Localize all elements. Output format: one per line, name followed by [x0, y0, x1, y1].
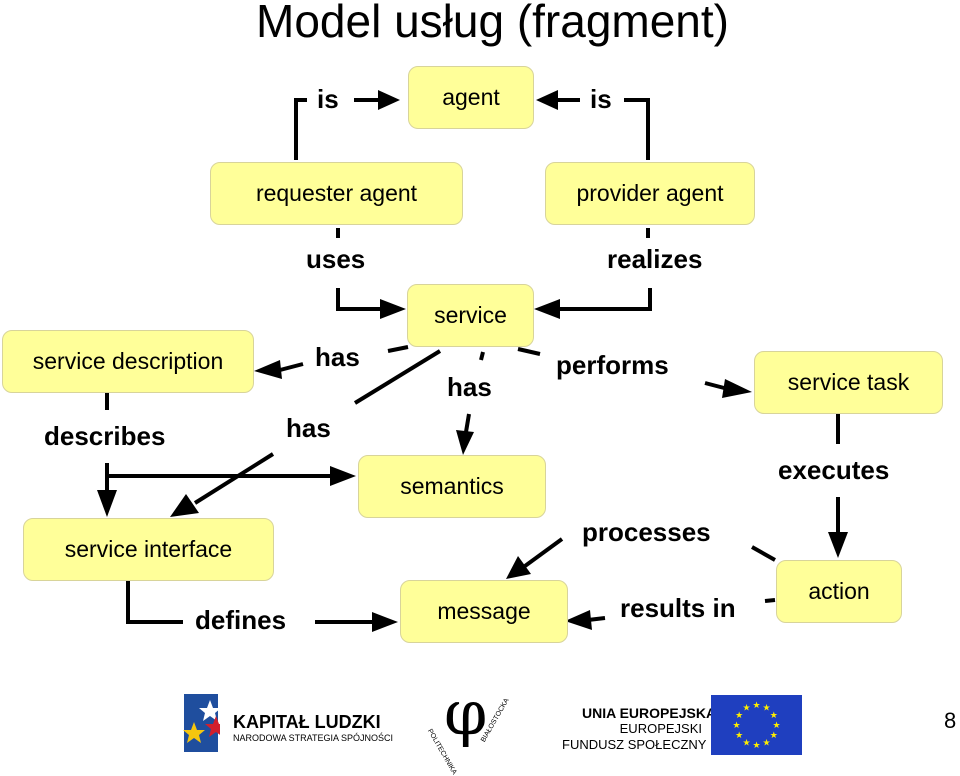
edge-realizes-service: [560, 288, 652, 311]
arrowhead: [722, 379, 752, 398]
label-executes: executes: [778, 455, 890, 485]
edge-iface-defines: [126, 581, 183, 624]
edge-service-has-sem: [479, 351, 485, 361]
page-number: 8: [944, 708, 957, 733]
label-uses: uses: [306, 244, 366, 274]
node-provider-agent[interactable]: provider agent: [545, 162, 755, 225]
eu-star-icon: ★: [752, 740, 760, 750]
arrowhead: [536, 90, 558, 110]
edge-has-iface: [193, 452, 275, 505]
label-realizes: realizes: [607, 244, 703, 274]
node-semantics[interactable]: semantics: [358, 455, 546, 518]
node-label: service task: [787, 369, 910, 395]
node-label: message: [437, 598, 531, 624]
arrowhead: [828, 532, 848, 558]
node-label: agent: [442, 84, 500, 110]
eu-star-icon: ★: [762, 737, 770, 747]
node-service-interface[interactable]: service interface: [23, 518, 274, 581]
eu-star-icon: ★: [770, 730, 778, 740]
arrowhead: [97, 490, 117, 517]
eu-star-icon: ★: [772, 720, 780, 730]
eu-star-icon: ★: [735, 730, 743, 740]
edge-uses-service: [336, 288, 380, 311]
node-label: service interface: [64, 536, 233, 562]
label-describes: describes: [44, 421, 166, 451]
edge-describes-branch: [105, 463, 330, 478]
edge-service-performs: [517, 347, 541, 356]
eu-star-icon: ★: [742, 737, 750, 747]
eu-title: UNIA EUROPEJSKA: [582, 705, 717, 721]
arrowhead: [506, 556, 531, 579]
kapital-ludzki-title: KAPITAŁ LUDZKI: [233, 712, 381, 732]
edge-has-sem: [464, 413, 471, 433]
eu-fund-line2: FUNDUSZ SPOŁECZNY: [562, 737, 707, 752]
label-results-in: results in: [620, 593, 736, 623]
node-service-task[interactable]: service task: [754, 351, 943, 414]
edge-provider-is: [624, 98, 650, 160]
node-action[interactable]: action: [776, 560, 902, 623]
edge-processes-message: [523, 537, 564, 568]
politechnika-logo-icon: φ: [444, 676, 488, 749]
node-label: service: [434, 302, 507, 328]
eu-fund-line1: EUROPEJSKI: [619, 721, 702, 736]
label-is-left: is: [317, 84, 339, 114]
node-message[interactable]: message: [400, 580, 568, 643]
edge-action-results: [764, 598, 776, 603]
label-processes: processes: [582, 517, 711, 547]
label-is-right: is: [590, 84, 612, 114]
node-service[interactable]: service: [407, 284, 534, 347]
label-has-interface: has: [286, 413, 331, 443]
eu-flag-icon: ★ ★★★★★★★★★★★: [711, 695, 802, 755]
label-has-semantics: has: [447, 372, 492, 402]
node-label: requester agent: [255, 180, 418, 206]
eu-star-icon: ★: [752, 700, 760, 710]
edge-service-has-desc: [387, 345, 409, 353]
arrowhead: [534, 299, 560, 319]
node-label: provider agent: [576, 180, 724, 206]
label-has-description: has: [315, 342, 360, 372]
node-agent[interactable]: agent: [408, 66, 534, 129]
eu-star-icon: ★: [770, 710, 778, 720]
edge-action-processes: [751, 545, 776, 562]
arrowhead: [380, 299, 406, 319]
edge-requester-is: [294, 98, 307, 160]
node-label: action: [808, 578, 870, 604]
arrowhead: [372, 612, 398, 632]
node-label: semantics: [400, 473, 504, 499]
edge-service-has-iface: [353, 349, 442, 405]
arrowhead: [330, 466, 356, 486]
label-performs: performs: [556, 350, 669, 380]
label-defines: defines: [195, 605, 287, 635]
kapital-ludzki-subtitle: NARODOWA STRATEGIA SPÓJNOŚCI: [233, 733, 394, 743]
node-label: service description: [32, 348, 224, 374]
kapital-ludzki-logo-icon: [183, 694, 220, 752]
arrowhead: [170, 494, 199, 517]
eu-star-icon: ★: [742, 703, 750, 713]
edge-has-desc: [279, 362, 304, 372]
node-requester-agent[interactable]: requester agent: [210, 162, 463, 225]
arrowhead: [456, 430, 474, 455]
node-service-description[interactable]: service description: [2, 330, 254, 393]
arrowhead: [254, 360, 282, 379]
arrowhead: [565, 610, 592, 630]
arrowhead: [378, 90, 400, 110]
eu-star-icon: ★: [732, 720, 740, 730]
